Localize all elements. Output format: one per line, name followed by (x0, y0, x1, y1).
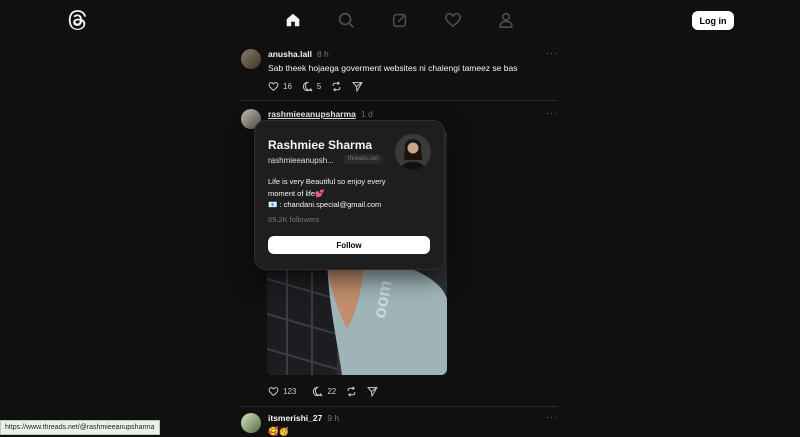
reply-icon (313, 386, 323, 397)
post-username[interactable]: itsmerishi_27 9 h (268, 413, 339, 423)
share-button[interactable] (367, 386, 379, 397)
like-button[interactable]: 16 (268, 81, 292, 92)
follow-button[interactable]: Follow (268, 236, 430, 254)
reply-button[interactable]: 22 (312, 386, 336, 397)
profile-handle[interactable]: rashmieeanupsh... (268, 156, 334, 165)
post-time: 9 h (327, 413, 340, 423)
like-count: 16 (283, 82, 292, 91)
more-options-icon[interactable]: ··· (546, 48, 558, 58)
more-options-icon[interactable]: ··· (546, 108, 558, 118)
reply-icon (302, 81, 313, 92)
post-text: Sab theek hojaega goverment websites ni … (268, 63, 518, 73)
profile-icon[interactable] (497, 11, 515, 29)
bio-line: moment of life💕 (268, 188, 325, 198)
post-text: 🥰🥳 (268, 426, 290, 436)
more-options-icon[interactable]: ··· (546, 412, 558, 422)
post-actions: 123 22 (268, 386, 379, 397)
profile-name: Rashmiee Sharma (268, 138, 373, 152)
post-divider (240, 100, 558, 101)
home-icon[interactable] (284, 11, 302, 29)
share-button[interactable] (352, 81, 364, 92)
heart-icon (268, 82, 279, 91)
post-item: itsmerishi_27 9 h ··· 🥰🥳 (240, 412, 558, 436)
avatar-photo (395, 134, 431, 170)
repost-button[interactable] (331, 81, 342, 92)
post-time: 8 h (316, 49, 329, 59)
post-username[interactable]: anusha.lall 8 h (268, 49, 329, 59)
like-count: 123 (283, 387, 297, 396)
post-item: anusha.lall 8 h ··· Sab theek hojaega gov… (240, 48, 558, 98)
avatar[interactable] (241, 49, 261, 69)
reply-button[interactable]: 5 (302, 81, 321, 92)
share-icon (352, 82, 364, 92)
follower-count[interactable]: 69.2K followers (268, 215, 319, 224)
reply-count: 5 (316, 82, 322, 91)
post-username[interactable]: rashmieeanupsharma 1 d (268, 109, 373, 119)
threads-domain-badge: threads.net (343, 154, 384, 164)
compose-icon[interactable] (391, 11, 409, 29)
post-time: 1 d (360, 109, 373, 119)
repost-icon (333, 81, 341, 92)
profile-hover-card: Rashmiee Sharma rashmieeanupsh... thread… (254, 120, 445, 270)
top-navigation-bar: Log in (0, 0, 800, 40)
bio-email: 📧 : chandani.special@gmail.com (268, 200, 382, 209)
repost-button[interactable] (346, 386, 357, 397)
post-divider (240, 406, 558, 407)
post-actions: 16 5 (268, 81, 364, 92)
login-button[interactable]: Log in (692, 11, 734, 30)
profile-avatar[interactable] (395, 134, 431, 170)
heart-icon[interactable] (444, 11, 462, 29)
profile-bio: Life is very Beautiful so enjoy every mo… (268, 176, 438, 211)
bio-line: Life is very Beautiful so enjoy every (268, 177, 386, 186)
share-icon (367, 387, 379, 397)
reply-count: 22 (327, 387, 337, 396)
heart-icon (268, 387, 279, 396)
repost-icon (347, 386, 356, 397)
search-icon[interactable] (337, 11, 355, 29)
like-button[interactable]: 123 (268, 386, 296, 397)
avatar[interactable] (241, 413, 261, 433)
threads-logo-icon[interactable] (68, 10, 88, 30)
